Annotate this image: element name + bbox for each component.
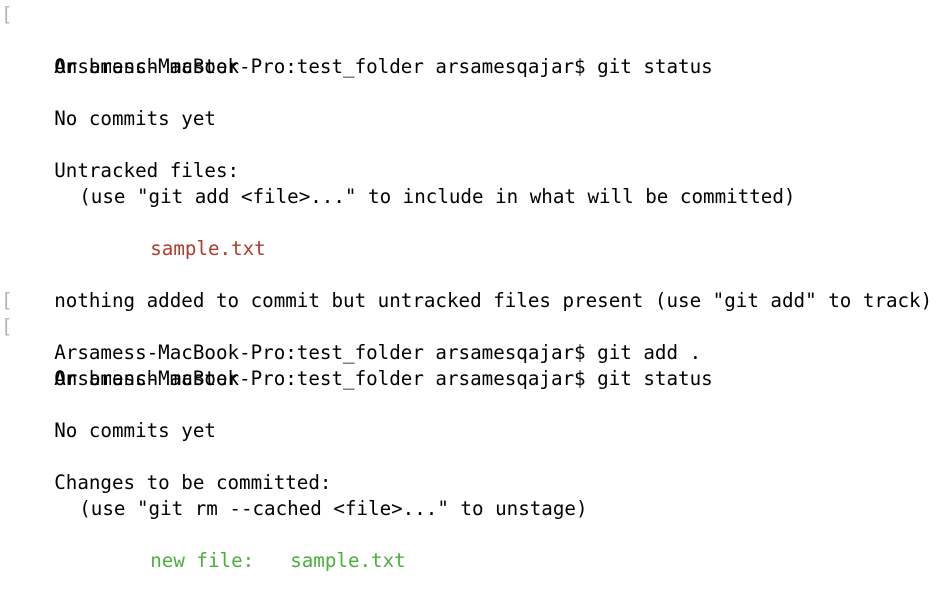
staged-file: sample.txt [290, 549, 406, 572]
terminal-window[interactable]: [ Arsamess-MacBook-Pro:test_folder arsam… [0, 0, 952, 572]
output-line: nothing added to commit but untracked fi… [0, 262, 952, 312]
output-line: Untracked files: [0, 132, 952, 182]
output-line: sample.txt [0, 210, 952, 260]
output-line: No commits yet [0, 80, 952, 130]
output-line: No commits yet [0, 392, 952, 442]
output-line: new file: sample.txt [0, 522, 952, 572]
staged-file-status: new file: [150, 549, 255, 572]
prompt-line: [ Arsamess-MacBook-Pro:test_folder arsam… [0, 2, 952, 78]
output-line: Changes to be committed: [0, 444, 952, 494]
prompt-marker: [ [1, 289, 13, 312]
prompt-line: [ Arsamess-MacBook-Pro:test_folder arsam… [0, 314, 952, 390]
prompt-marker: [ [1, 3, 13, 26]
prompt-line: [ Arsamess-MacBook-Pro:test_folder arsam… [0, 288, 952, 364]
output-line: (use "git rm --cached <file>..." to unst… [0, 470, 952, 520]
prompt-marker: [ [1, 315, 13, 338]
output-line: On branch master [0, 28, 952, 78]
output-line: (use "git add <file>..." to include in w… [0, 158, 952, 208]
output-line: On branch master [0, 340, 952, 390]
